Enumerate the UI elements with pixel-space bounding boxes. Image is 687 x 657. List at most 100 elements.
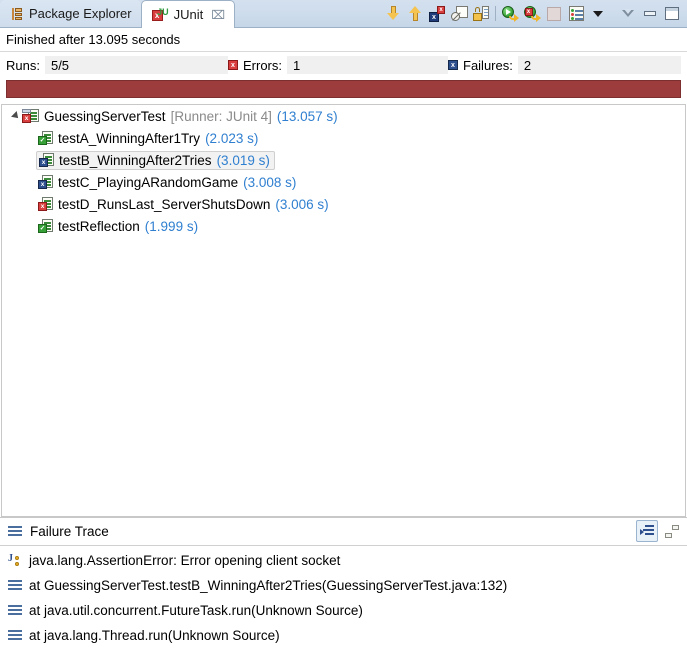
failure-trace-header: Failure Trace (0, 517, 687, 545)
tree-row-test[interactable]: x testD_RunsLast_ServerShutsDown (3.006 … (2, 193, 685, 215)
junit-icon: x JU (151, 7, 169, 22)
test-failure-icon: x (39, 153, 54, 167)
suite-runner: [Runner: JUnit 4] (170, 108, 272, 124)
test-time: (2.023 s) (205, 130, 259, 146)
run-status-text: Finished after 13.095 seconds (6, 32, 181, 47)
show-failures-only-icon: xx (429, 5, 445, 22)
failure-trace-title: Failure Trace (30, 524, 109, 539)
view-menu-icon (622, 9, 634, 17)
failures-counter: x Failures: 2 (448, 56, 681, 74)
test-run-history-button[interactable] (565, 3, 587, 25)
test-time: (1.999 s) (144, 218, 199, 234)
tab-junit-label: JUnit (173, 7, 204, 22)
runs-value: 5/5 (44, 56, 228, 74)
test-name: testReflection (58, 218, 140, 234)
failure-trace-row[interactable]: at java.util.concurrent.FutureTask.run(U… (0, 598, 687, 623)
package-explorer-icon (10, 7, 24, 21)
minimize-button[interactable] (639, 3, 661, 25)
view-toolbar: xx x (382, 0, 687, 27)
failure-trace-row[interactable]: at java.lang.Thread.run(Unknown Source) (0, 623, 687, 648)
tree-row-suite[interactable]: x GuessingServerTest [Runner: JUnit 4] (… (2, 105, 685, 127)
maximize-icon (665, 7, 679, 20)
runs-counter: Runs: 5/5 (6, 56, 228, 74)
stack-frame-icon (8, 605, 22, 616)
rerun-failed-tests-button[interactable]: x (521, 3, 543, 25)
stack-frame-icon (8, 580, 22, 591)
error-marker-icon: x (228, 60, 238, 70)
failure-trace-row[interactable]: J java.lang.AssertionError: Error openin… (0, 548, 687, 573)
stack-icon (8, 526, 22, 537)
counter-panel: Runs: 5/5 x Errors: 1 x Failures: 2 (0, 52, 687, 78)
run-status-line: Finished after 13.095 seconds (0, 28, 687, 52)
tree-row-test[interactable]: ✓ testReflection (1.999 s) (2, 215, 685, 237)
compare-icon (665, 524, 679, 538)
filter-stack-icon (640, 524, 654, 538)
test-time: (3.006 s) (275, 196, 329, 212)
test-time: (3.019 s) (216, 152, 270, 168)
failures-value: 2 (517, 56, 681, 74)
tab-junit[interactable]: x JU JUnit ⌧ (140, 0, 236, 28)
test-error-icon: x (38, 197, 53, 211)
test-pass-icon: ✓ (38, 131, 53, 145)
history-dropdown-button[interactable] (587, 3, 609, 25)
suite-time: (13.057 s) (276, 108, 338, 124)
view-tab-bar: Package Explorer x JU JUnit ⌧ xx x (0, 0, 687, 28)
junit-view: Package Explorer x JU JUnit ⌧ xx x Finis… (0, 0, 687, 657)
stack-frame-icon (8, 630, 22, 641)
stop-icon (547, 6, 561, 21)
close-icon[interactable]: ⌧ (211, 9, 225, 21)
rerun-failed-icon: x (523, 5, 541, 22)
rerun-test-button[interactable] (499, 3, 521, 25)
test-name: testA_WinningAfter1Try (58, 130, 201, 146)
errors-value: 1 (287, 56, 448, 74)
failure-marker-icon: x (448, 60, 458, 70)
view-menu-button[interactable] (617, 3, 639, 25)
errors-label: Errors: (243, 57, 282, 73)
test-name: testB_WinningAfter2Tries (59, 152, 212, 168)
history-icon (568, 6, 584, 21)
test-name: testC_PlayingARandomGame (58, 174, 239, 190)
arrow-down-icon (386, 6, 400, 21)
toolbar-separator (495, 6, 496, 21)
failure-trace-row[interactable]: at GuessingServerTest.testB_WinningAfter… (0, 573, 687, 598)
compare-result-button[interactable] (661, 520, 683, 542)
stop-on-error-button[interactable] (448, 3, 470, 25)
expand-collapse-twisty-icon[interactable] (10, 105, 22, 127)
tab-package-explorer[interactable]: Package Explorer (0, 0, 141, 27)
lock-icon (473, 6, 489, 21)
stop-button[interactable] (543, 3, 565, 25)
progress-bar-container (0, 78, 687, 104)
runs-label: Runs: (6, 57, 40, 73)
tree-row-test[interactable]: x testC_PlayingARandomGame (3.008 s) (2, 171, 685, 193)
minimize-icon (644, 11, 656, 16)
failure-trace-toolbar (636, 520, 683, 542)
show-failures-only-button[interactable]: xx (426, 3, 448, 25)
arrow-up-icon (408, 6, 422, 21)
failure-trace-list[interactable]: J java.lang.AssertionError: Error openin… (0, 545, 687, 657)
test-name: testD_RunsLast_ServerShutsDown (58, 196, 271, 212)
previous-failed-test-button[interactable] (404, 3, 426, 25)
failure-trace-text: java.lang.AssertionError: Error opening … (29, 553, 341, 568)
failures-label: Failures: (463, 57, 513, 73)
test-pass-icon: ✓ (38, 219, 53, 233)
lock-scrolling-button[interactable] (470, 3, 492, 25)
next-failed-test-button[interactable] (382, 3, 404, 25)
tab-package-explorer-label: Package Explorer (29, 6, 132, 21)
test-time: (3.008 s) (243, 174, 297, 190)
test-suite-error-icon: x (22, 109, 39, 123)
exception-icon: J (8, 553, 22, 568)
progress-bar (6, 80, 681, 98)
test-tree[interactable]: x GuessingServerTest [Runner: JUnit 4] (… (1, 104, 686, 517)
maximize-button[interactable] (661, 3, 683, 25)
failure-trace-text: at java.util.concurrent.FutureTask.run(U… (29, 603, 363, 618)
suite-name: GuessingServerTest (44, 108, 166, 124)
test-failure-icon: x (38, 175, 53, 189)
rerun-icon (501, 5, 519, 22)
chevron-down-icon (593, 10, 603, 17)
tree-row-test[interactable]: ✓ testA_WinningAfter1Try (2.023 s) (2, 127, 685, 149)
filter-stack-trace-button[interactable] (636, 520, 658, 542)
failure-trace-text: at GuessingServerTest.testB_WinningAfter… (29, 578, 508, 593)
stop-on-error-icon (450, 6, 468, 21)
failure-trace-text: at java.lang.Thread.run(Unknown Source) (29, 628, 280, 643)
tree-row-test[interactable]: x testB_WinningAfter2Tries (3.019 s) (2, 149, 685, 171)
